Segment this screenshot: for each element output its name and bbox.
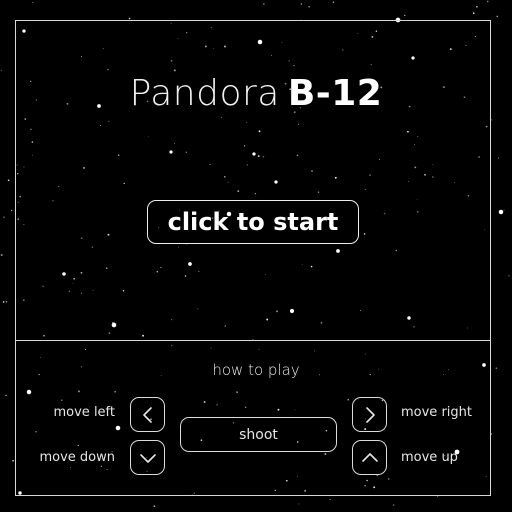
star xyxy=(472,12,475,15)
game-title-name: Pandora xyxy=(129,73,280,114)
move-down-label: move down xyxy=(39,450,115,465)
star xyxy=(437,496,439,498)
star xyxy=(503,209,505,211)
star xyxy=(497,157,500,159)
star xyxy=(486,0,489,3)
star xyxy=(32,2,34,4)
star xyxy=(153,505,156,508)
move-right-label: move right xyxy=(401,405,472,420)
move-up-key[interactable] xyxy=(352,440,387,475)
star xyxy=(332,1,335,3)
star xyxy=(5,394,7,397)
start-button[interactable]: click to start xyxy=(147,200,359,244)
star xyxy=(2,301,5,303)
panel-divider xyxy=(15,340,491,341)
move-left-label: move left xyxy=(53,405,116,420)
move-left-key[interactable] xyxy=(130,397,165,432)
star xyxy=(11,209,13,212)
chevron-down-icon xyxy=(139,453,156,463)
move-down-key[interactable] xyxy=(130,440,165,475)
how-to-play-heading: how to play xyxy=(212,361,300,379)
chevron-right-icon xyxy=(365,406,375,423)
star xyxy=(298,503,300,505)
star xyxy=(7,179,10,182)
move-right-key[interactable] xyxy=(352,397,387,432)
star xyxy=(498,209,504,215)
chevron-left-icon xyxy=(142,406,152,423)
chevron-up-icon xyxy=(361,452,378,462)
star xyxy=(300,3,302,5)
star xyxy=(476,5,478,8)
star xyxy=(0,254,3,256)
star xyxy=(404,14,406,17)
shoot-button[interactable]: shoot xyxy=(180,417,337,452)
game-title: Pandora B-12 xyxy=(0,73,512,114)
star xyxy=(3,216,5,218)
game-title-code: B-12 xyxy=(287,73,383,114)
star xyxy=(496,15,499,18)
star xyxy=(263,3,265,5)
star xyxy=(0,69,2,71)
star xyxy=(5,301,8,303)
star xyxy=(308,6,310,8)
star xyxy=(12,459,14,462)
star xyxy=(329,498,331,500)
move-up-label: move up xyxy=(401,450,458,465)
star xyxy=(491,119,493,121)
star xyxy=(392,504,395,506)
star xyxy=(508,275,510,277)
game-stage: Pandora B-12 click to start how to play m… xyxy=(0,0,512,512)
